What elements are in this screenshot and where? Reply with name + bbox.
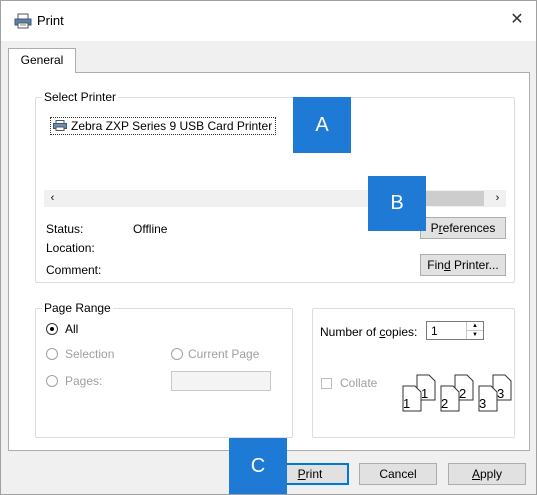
spin-up-icon[interactable]: ▲ [467, 322, 483, 331]
radio-all[interactable] [46, 323, 58, 335]
title-bar: Print ✕ [1, 1, 536, 41]
pages-input [171, 371, 271, 391]
callout-c: C [229, 438, 287, 494]
copies-label-part: opies: [385, 325, 418, 339]
copies-stepper[interactable]: 1 ▲ ▼ [426, 321, 484, 340]
collate-label: Collate [340, 376, 378, 390]
print-accelerator: P [297, 467, 306, 481]
collate-pages-icon: 2 2 [440, 374, 474, 412]
status-value: Offline [133, 222, 168, 236]
page-range-legend: Page Range [42, 301, 113, 315]
collate-page-number: 2 [459, 386, 466, 401]
tab-general[interactable]: General [8, 48, 76, 73]
spin-down-icon[interactable]: ▼ [467, 331, 483, 339]
collate-pages-icon: 3 3 [478, 374, 512, 412]
find-printer-accelerator: d [443, 258, 451, 272]
radio-selection [46, 348, 58, 360]
collate-page-number: 3 [497, 386, 504, 401]
printer-list[interactable]: Zebra ZXP Series 9 USB Card Printer [44, 109, 506, 187]
collate-pages-icon: 1 1 [402, 374, 436, 412]
callout-a: A [293, 97, 351, 153]
print-dialog: Print ✕ General Select Printer Zebra ZXP… [0, 0, 537, 495]
collate-checkbox [321, 378, 332, 389]
callout-b: B [368, 176, 426, 231]
apply-accelerator: A [471, 467, 480, 481]
collate-page-number: 1 [421, 386, 428, 401]
collate-page-number: 3 [479, 396, 486, 411]
preferences-label-part: P [430, 221, 439, 235]
radio-pages-label: Pages: [65, 374, 103, 388]
radio-all-label[interactable]: All [65, 322, 78, 336]
find-printer-label-part: Printer... [450, 258, 499, 272]
radio-current-page [171, 348, 183, 360]
copies-label-part: Number of [320, 325, 380, 339]
find-printer-button[interactable]: Find Printer... [420, 254, 506, 276]
scroll-right-icon[interactable]: › [489, 190, 506, 207]
copies-value[interactable]: 1 [431, 324, 438, 338]
printer-name: Zebra ZXP Series 9 USB Card Printer [71, 119, 273, 133]
location-label: Location: [46, 241, 95, 255]
copies-label: Number of copies: [320, 325, 417, 339]
printer-icon [14, 13, 32, 29]
preferences-label-part: eferences [442, 221, 496, 235]
copies-spinner[interactable]: ▲ ▼ [466, 322, 483, 339]
printer-icon [53, 120, 67, 131]
status-label: Status: [46, 222, 84, 236]
apply-button[interactable]: Apply [448, 463, 526, 485]
select-printer-legend: Select Printer [42, 90, 119, 104]
find-printer-label-part: Fin [427, 258, 444, 272]
cancel-button[interactable]: Cancel [359, 463, 437, 485]
radio-current-page-label: Current Page [188, 347, 260, 361]
scroll-left-icon[interactable]: ‹ [44, 190, 61, 207]
printer-list-item[interactable]: Zebra ZXP Series 9 USB Card Printer [50, 117, 277, 135]
collate-page-number: 1 [403, 396, 410, 411]
apply-label-part: pply [480, 467, 503, 481]
radio-pages [46, 375, 58, 387]
radio-selection-label: Selection [65, 347, 115, 361]
print-label-part: rint [305, 467, 323, 481]
window-title: Print [37, 13, 64, 28]
collate-page-number: 2 [441, 396, 448, 411]
preferences-button[interactable]: Preferences [420, 217, 506, 239]
printer-list-scrollbar[interactable]: ‹ › [44, 190, 506, 207]
comment-label: Comment: [46, 263, 102, 277]
close-icon[interactable]: ✕ [506, 9, 528, 31]
